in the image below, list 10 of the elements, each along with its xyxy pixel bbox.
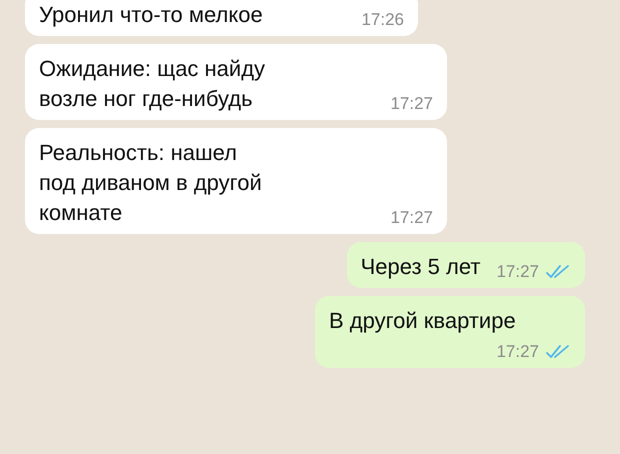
message-text: Через 5 лет	[360, 253, 480, 281]
message-time: 17:27	[390, 208, 433, 228]
message-text: В другой квартире	[329, 307, 517, 335]
message-time: 17:27	[496, 342, 539, 362]
message-time: 17:27	[496, 262, 539, 282]
message-time: 17:26	[361, 10, 404, 30]
message-text: Ожидание: щас найду возле ног где-нибудь	[39, 55, 266, 113]
message-text: Реальность: нашел под диваном в другой комнате	[39, 139, 263, 227]
message-time: 17:27	[390, 94, 433, 114]
message-text: Уронил что-то мелкое	[39, 1, 264, 29]
